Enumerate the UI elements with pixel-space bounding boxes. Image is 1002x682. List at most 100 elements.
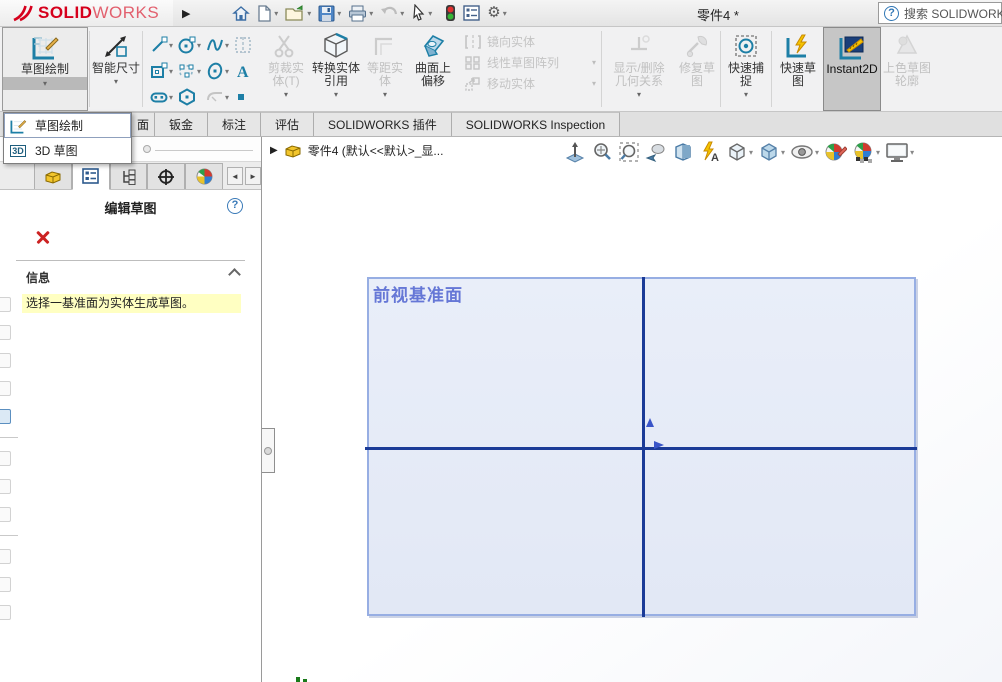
tab-sheet-metal[interactable]: 钣金	[155, 112, 209, 136]
tab-solidworks-inspection[interactable]: SOLIDWORKS Inspection	[451, 112, 621, 136]
move-entities-button[interactable]: 移动实体 ▾	[464, 75, 596, 92]
view-orientation-button[interactable]: ▾	[725, 140, 754, 164]
rectangle-tool[interactable]: ▾	[150, 58, 178, 84]
feature-tool-icon[interactable]	[0, 381, 11, 396]
section-view-button[interactable]	[671, 140, 695, 164]
perimeter-circle-tool[interactable]: ▾	[178, 58, 206, 84]
view-settings-button[interactable]: ▾	[884, 140, 915, 164]
quick-snaps-dropdown-icon[interactable]: ▾	[744, 88, 748, 101]
linear-pattern-dropdown-icon[interactable]: ▾	[592, 58, 596, 67]
print-button[interactable]: ▾	[345, 3, 376, 24]
circle-tool[interactable]: ▾	[178, 32, 206, 58]
fillet-tool[interactable]: ▾	[206, 84, 234, 110]
smart-dimension-button[interactable]: 智能尺寸 ▾	[91, 27, 141, 111]
open-dropdown-icon[interactable]: ▾	[307, 9, 311, 18]
trim-entities-button[interactable]: 剪裁实体(T) ▾	[262, 27, 310, 111]
collapse-chevron-icon[interactable]	[228, 268, 241, 281]
toolbar-flyout-icon[interactable]: ▶	[173, 7, 199, 20]
splitter-collapse-icon[interactable]	[264, 447, 272, 455]
circle-dropdown-icon[interactable]: ▾	[197, 41, 201, 50]
display-style-dropdown-icon[interactable]: ▾	[781, 148, 785, 157]
search-box[interactable]: ? 搜索 SOLIDWORKS	[878, 2, 1002, 24]
convert-entities-button[interactable]: 转换实体引用 ▾	[310, 27, 362, 111]
sketch-button[interactable]: 草图绘制 ▾	[2, 27, 88, 111]
tab-evaluate[interactable]: 评估	[261, 112, 315, 136]
sketch-axis-horizontal[interactable]	[365, 447, 917, 450]
ellipse-dropdown-icon[interactable]: ▾	[225, 67, 229, 76]
text-tool[interactable]: A	[234, 58, 258, 84]
feature-tool-icon[interactable]	[0, 577, 11, 592]
normal-to-button[interactable]	[563, 140, 587, 164]
file-properties-button[interactable]	[460, 3, 483, 23]
mirror-entities-button[interactable]: 镜向实体	[464, 33, 596, 50]
slot-dropdown-icon[interactable]: ▾	[169, 93, 173, 102]
open-button[interactable]: ▾	[282, 3, 314, 24]
undo-dropdown-icon[interactable]: ▾	[400, 9, 404, 18]
line-tool[interactable]: ▾	[150, 32, 178, 58]
tab-propertymanager[interactable]	[71, 162, 110, 190]
instant2d-button[interactable]: Instant2D	[823, 27, 881, 111]
undo-button[interactable]: ▾	[377, 3, 407, 23]
zoom-to-area-button[interactable]	[617, 140, 641, 164]
slot-tool[interactable]: ▾	[150, 84, 178, 110]
annotation-views-button[interactable]: A	[698, 140, 722, 164]
tab-configurationmanager[interactable]	[109, 163, 148, 189]
tree-expand-icon[interactable]: ▶	[270, 145, 278, 156]
mirror-entities-tool[interactable]	[234, 32, 258, 58]
feature-tool-icon[interactable]	[0, 507, 11, 522]
tab-displaymanager[interactable]	[185, 163, 223, 189]
repair-sketch-button[interactable]: 修复草图	[675, 27, 719, 111]
new-document-dropdown-icon[interactable]: ▾	[274, 9, 278, 18]
trim-dropdown-icon[interactable]: ▾	[284, 88, 288, 101]
apply-scene-button[interactable]: ▾	[851, 140, 881, 164]
sketch-axis-vertical[interactable]	[642, 277, 645, 617]
apply-scene-dropdown-icon[interactable]: ▾	[876, 148, 880, 157]
sketch-dropdown-icon[interactable]: ▾	[3, 77, 87, 90]
select-dropdown-icon[interactable]: ▾	[428, 9, 432, 18]
offset-dropdown-icon[interactable]: ▾	[383, 88, 387, 101]
tab-surfaces-partial[interactable]: 面	[131, 112, 155, 136]
feature-tool-icon[interactable]	[0, 353, 11, 368]
view-settings-dropdown-icon[interactable]: ▾	[910, 148, 914, 157]
hide-show-dropdown-icon[interactable]: ▾	[815, 148, 819, 157]
feature-tool-icon[interactable]	[0, 451, 11, 466]
rebuild-button[interactable]	[442, 2, 459, 24]
feature-tool-icon[interactable]	[0, 479, 11, 494]
options-dropdown-icon[interactable]: ▾	[503, 9, 507, 18]
print-dropdown-icon[interactable]: ▾	[369, 9, 373, 18]
feature-tool-icon[interactable]	[0, 605, 11, 620]
spline-dropdown-icon[interactable]: ▾	[225, 41, 229, 50]
feature-tree-flyout[interactable]: ▶ 零件4 (默认<<默认>_显...	[270, 142, 443, 159]
tab-annotations[interactable]: 标注	[208, 112, 262, 136]
display-style-button[interactable]: ▾	[757, 140, 786, 164]
offset-on-surface-button[interactable]: 曲面上偏移	[408, 27, 458, 111]
rectangle-dropdown-icon[interactable]: ▾	[169, 67, 173, 76]
edit-appearance-button[interactable]	[823, 140, 848, 164]
graphics-viewport[interactable]: ▶ 零件4 (默认<<默认>_显... A ▾ ▾ ▾ ▾ ▾ 前视基准面	[263, 137, 1002, 682]
move-entities-dropdown-icon[interactable]: ▾	[592, 79, 596, 88]
panel-splitter-handle[interactable]	[262, 428, 275, 473]
polygon-tool[interactable]	[178, 84, 206, 110]
ellipse-tool[interactable]: ▾	[206, 58, 234, 84]
options-button[interactable]: ⚙ ▾	[484, 3, 509, 23]
new-document-button[interactable]: ▾	[254, 3, 281, 24]
feature-tool-icon[interactable]	[0, 325, 11, 340]
menu-item-sketch[interactable]: 草图绘制	[4, 113, 131, 138]
home-button[interactable]	[229, 3, 253, 24]
relations-dropdown-icon[interactable]: ▾	[637, 88, 641, 101]
view-orientation-dropdown-icon[interactable]: ▾	[749, 148, 753, 157]
menu-item-3d-sketch[interactable]: 3D 3D 草图	[4, 138, 131, 163]
cancel-button[interactable]	[34, 228, 52, 246]
spline-tool[interactable]: ▾	[206, 32, 234, 58]
convert-dropdown-icon[interactable]: ▾	[334, 88, 338, 101]
perimeter-circle-dropdown-icon[interactable]: ▾	[197, 67, 201, 76]
rapid-sketch-button[interactable]: 快速草图	[773, 27, 823, 111]
offset-entities-button[interactable]: 等距实体 ▾	[362, 27, 408, 111]
feature-tool-icon-active[interactable]	[0, 409, 11, 424]
zoom-to-fit-button[interactable]	[590, 140, 614, 164]
tab-featuremanager[interactable]	[34, 163, 72, 189]
hide-show-items-button[interactable]: ▾	[789, 140, 820, 164]
tab-solidworks-addins[interactable]: SOLIDWORKS 插件	[314, 112, 452, 136]
select-button[interactable]: ▾	[408, 2, 435, 24]
save-button[interactable]: ▾	[315, 3, 344, 24]
